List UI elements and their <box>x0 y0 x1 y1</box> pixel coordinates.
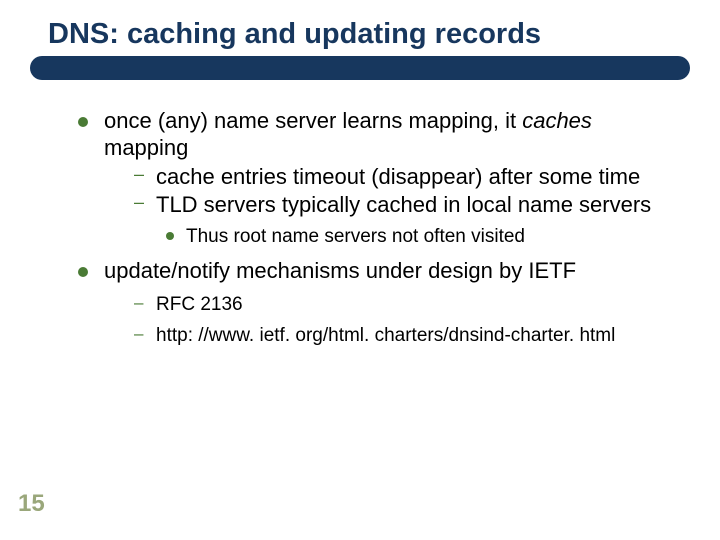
bullet-timeout: cache entries timeout (disappear) after … <box>104 164 680 191</box>
text-fragment: mapping <box>104 135 188 160</box>
slide: { "title": "DNS: caching and updating re… <box>0 0 720 540</box>
bullet-rfc: RFC 2136 <box>104 293 680 316</box>
bullet-url: http: //www. ietf. org/html. charters/dn… <box>104 324 680 347</box>
title-underline-bar <box>30 56 690 80</box>
slide-body: once (any) name server learns mapping, i… <box>78 108 680 352</box>
bullet-caching: once (any) name server learns mapping, i… <box>78 108 680 248</box>
slide-title: DNS: caching and updating records <box>48 18 680 51</box>
bullet-tld-cached: TLD servers typically cached in local na… <box>104 192 680 219</box>
slide-number: 15 <box>18 490 45 518</box>
bullet-root-servers: Thus root name servers not often visited <box>104 225 680 248</box>
bullet-update-notify: update/notify mechanisms under design by… <box>78 258 680 347</box>
text-emphasis: caches <box>522 108 592 133</box>
text-fragment: once (any) name server learns mapping, i… <box>104 108 522 133</box>
text-fragment: update/notify mechanisms under design by… <box>104 258 576 283</box>
